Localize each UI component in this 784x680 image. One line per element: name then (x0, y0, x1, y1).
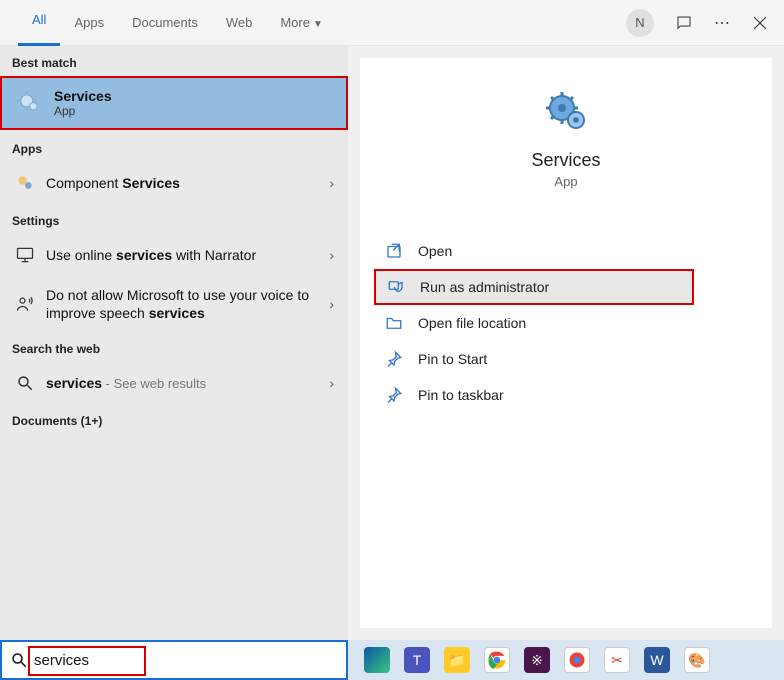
chevron-down-icon: ▼ (313, 19, 323, 30)
settings-section-label: Settings (0, 204, 348, 234)
tab-more[interactable]: More▼ (266, 1, 337, 45)
taskbar-paint-icon[interactable]: 🎨 (684, 647, 710, 673)
action-open[interactable]: Open (374, 233, 762, 269)
best-match-subtitle: App (54, 104, 112, 118)
taskbar-edge-icon[interactable] (364, 647, 390, 673)
search-web-label: Search the web (0, 332, 348, 362)
action-pin-to-start[interactable]: Pin to Start (374, 341, 762, 377)
person-voice-icon (14, 293, 36, 315)
more-options-icon[interactable]: ⋯ (704, 5, 740, 41)
pin-icon (384, 349, 404, 369)
detail-subtitle: App (554, 174, 577, 189)
taskbar-teams-icon[interactable]: T (404, 647, 430, 673)
result-speech-services[interactable]: Do not allow Microsoft to use your voice… (0, 276, 348, 332)
chevron-right-icon: › (329, 175, 334, 191)
results-list: Best match Services App Apps Component S… (0, 46, 348, 640)
result-web-services[interactable]: services - See web results › (0, 362, 348, 404)
taskbar-word-icon[interactable]: W (644, 647, 670, 673)
tab-web[interactable]: Web (212, 1, 267, 45)
action-pin-to-taskbar[interactable]: Pin to taskbar (374, 377, 762, 413)
monitor-icon (14, 244, 36, 266)
user-avatar[interactable]: N (626, 9, 654, 37)
taskbar: T 📁 ※ ✂ W 🎨 (348, 640, 784, 680)
search-icon (14, 372, 36, 394)
best-match-result[interactable]: Services App (0, 76, 348, 130)
action-run-as-admin[interactable]: Run as administrator (374, 269, 694, 305)
detail-panel: Services App Open Run as administrator O… (360, 58, 772, 628)
search-box[interactable] (0, 640, 348, 680)
close-icon[interactable] (742, 5, 778, 41)
pin-icon (384, 385, 404, 405)
taskbar-snip-icon[interactable]: ✂ (604, 647, 630, 673)
tab-all[interactable]: All (18, 0, 60, 46)
best-match-label: Best match (0, 46, 348, 76)
action-open-file-location[interactable]: Open file location (374, 305, 762, 341)
detail-title: Services (531, 150, 600, 171)
component-services-icon (14, 172, 36, 194)
folder-icon (384, 313, 404, 333)
taskbar-chrome-icon[interactable] (484, 647, 510, 673)
tab-documents[interactable]: Documents (118, 1, 212, 45)
admin-shield-icon (386, 277, 406, 297)
result-narrator-services[interactable]: Use online services with Narrator › (0, 234, 348, 276)
services-large-icon (542, 88, 590, 136)
open-icon (384, 241, 404, 261)
feedback-icon[interactable] (666, 5, 702, 41)
services-icon (16, 90, 42, 116)
apps-section-label: Apps (0, 132, 348, 162)
tab-apps[interactable]: Apps (60, 1, 118, 45)
chevron-right-icon: › (329, 296, 334, 312)
chevron-right-icon: › (329, 375, 334, 391)
search-filter-tabs: All Apps Documents Web More▼ N ⋯ (0, 0, 784, 46)
search-input[interactable] (34, 652, 338, 669)
taskbar-explorer-icon[interactable]: 📁 (444, 647, 470, 673)
documents-section-label: Documents (1+) (0, 404, 348, 434)
search-icon (10, 651, 28, 669)
result-component-services[interactable]: Component Services › (0, 162, 348, 204)
taskbar-slack-icon[interactable]: ※ (524, 647, 550, 673)
chevron-right-icon: › (329, 247, 334, 263)
taskbar-chrome2-icon[interactable] (564, 647, 590, 673)
best-match-title: Services (54, 88, 112, 104)
